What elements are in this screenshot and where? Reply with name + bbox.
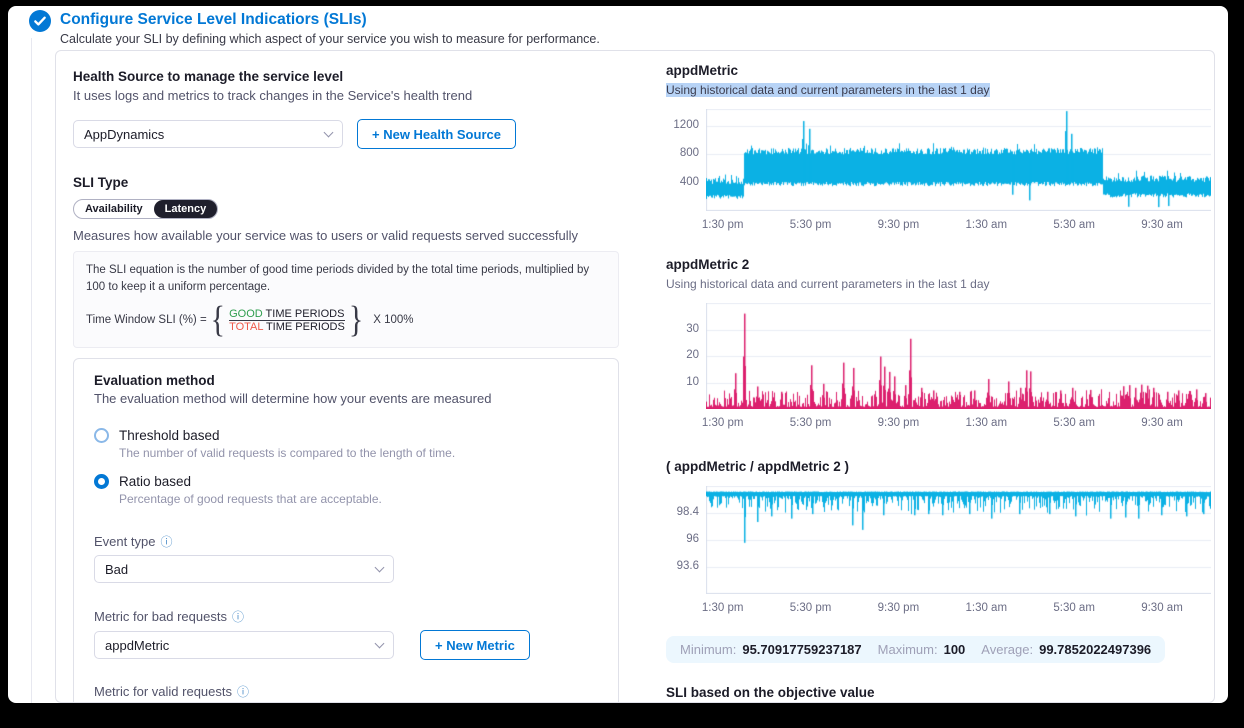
event-type-label: Event type [94,534,155,549]
sli-type-toggle: Availability Latency [73,199,218,219]
x-tick-label: 9:30 pm [878,219,920,231]
health-source-select[interactable]: AppDynamics [73,120,343,148]
threshold-radio[interactable] [94,428,109,443]
x-tick-label: 5:30 am [1053,417,1095,429]
health-source-label: Health Source to manage the service leve… [73,69,619,84]
info-icon[interactable]: ⓘ [160,536,172,548]
x-tick-label: 1:30 am [965,417,1007,429]
total-periods-text: TOTAL [229,321,263,333]
minimum-value: 95.70917759237187 [742,642,861,657]
health-source-value: AppDynamics [84,127,164,142]
y-tick-label: 20 [666,349,699,361]
equation-formula: Time Window SLI (%) = { GOOD TIME PERIOD… [86,303,606,337]
x-tick-label: 1:30 am [965,602,1007,614]
new-health-source-button[interactable]: + New Health Source [357,119,516,149]
maximum-value: 100 [944,642,966,657]
sli-type-availability-pill[interactable]: Availability [74,200,154,218]
chevron-down-icon [375,562,385,572]
left-brace: { [211,299,225,342]
step-complete-check-icon [29,10,51,32]
right-brace: } [349,299,363,342]
x-tick-label: 5:30 pm [790,417,832,429]
chart1-title: appdMetric [666,63,1214,78]
chart3-title: ( appdMetric / appdMetric 2 ) [666,459,1214,474]
minimum-label: Minimum: [680,642,736,657]
sli-type-description: Measures how available your service was … [73,228,619,243]
ratio-label: Ratio based [119,474,191,489]
evaluation-heading: Evaluation method [94,373,598,388]
chart1-subtitle: Using historical data and current parame… [666,83,990,97]
chart2-subtitle: Using historical data and current parame… [666,277,990,291]
chart1-plot: 400 800 1200 1:30 pm 5:30 pm 9:30 pm 1:30 am 5:… [666,109,1214,237]
metric-valid-label: Metric for valid requests [94,684,232,699]
event-type-value: Bad [105,562,128,577]
x-tick-label: 9:30 pm [878,602,920,614]
x-tick-label: 5:30 am [1053,219,1095,231]
x-tick-label: 9:30 am [1141,417,1183,429]
chart1-canvas [706,109,1211,211]
x-tick-label: 5:30 pm [790,219,832,231]
y-tick-label: 96 [666,533,699,545]
y-tick-label: 98.4 [666,506,699,518]
maximum-label: Maximum: [878,642,938,657]
chart2-plot: 10 20 30 1:30 pm 5:30 pm 9:30 pm 1:30 am 5:30 a… [666,303,1214,435]
chevron-down-icon [375,638,385,648]
chart2-canvas [706,303,1211,409]
y-tick-label: 800 [666,147,699,159]
x-tick-label: 1:30 am [965,219,1007,231]
ratio-radio[interactable] [94,474,109,489]
health-source-description: It uses logs and metrics to track change… [73,88,619,103]
equation-description: The SLI equation is the number of good t… [86,262,606,295]
x-tick-label: 1:30 pm [702,417,744,429]
x-tick-label: 9:30 am [1141,219,1183,231]
chart3-plot: 93.6 96 98.4 1:30 pm 5:30 pm 9:30 pm 1:30 am 5:… [666,486,1214,620]
y-tick-label: 400 [666,176,699,188]
info-icon[interactable]: ⓘ [232,611,244,623]
evaluation-method-box: Evaluation method The evaluation method … [73,358,619,703]
y-tick-label: 10 [666,376,699,388]
evaluation-description: The evaluation method will determine how… [94,391,598,406]
event-type-select[interactable]: Bad [94,555,394,583]
sli-equation-box: The SLI equation is the number of good t… [73,251,619,348]
sli-config-card: Health Source to manage the service leve… [55,50,1215,703]
ratio-description: Percentage of good requests that are acc… [119,492,598,506]
equation-fraction: GOOD TIME PERIODS TOTAL TIME PERIODS [229,308,345,333]
ratio-stats-bar: Minimum: 95.70917759237187 Maximum: 100 Av… [666,636,1165,663]
average-label: Average: [981,642,1033,657]
equation-rhs: X 100% [373,314,413,326]
chart2-title: appdMetric 2 [666,257,1214,272]
x-tick-label: 5:30 am [1053,602,1095,614]
page-panel: Configure Service Level Indicatiors (SLI… [8,6,1228,703]
page-subtitle: Calculate your SLI by defining which asp… [60,32,600,46]
y-tick-label: 30 [666,323,699,335]
threshold-label: Threshold based [119,428,220,443]
x-tick-label: 1:30 pm [702,602,744,614]
charts-column: appdMetric Using historical data and cur… [666,51,1214,700]
info-icon[interactable]: ⓘ [237,686,249,698]
metric-bad-label: Metric for bad requests [94,609,227,624]
x-tick-label: 9:30 pm [878,417,920,429]
y-tick-label: 93.6 [666,560,699,572]
x-tick-label: 1:30 pm [702,219,744,231]
wizard-step-line [31,38,32,703]
page-title: Configure Service Level Indicatiors (SLI… [60,11,367,29]
sli-form-column: Health Source to manage the service leve… [73,51,619,703]
sli-type-label: SLI Type [73,175,619,190]
good-periods-text: GOOD [229,308,263,320]
average-value: 99.7852022497396 [1039,642,1151,657]
x-tick-label: 9:30 am [1141,602,1183,614]
threshold-description: The number of valid requests is compared… [119,446,598,460]
equation-lhs: Time Window SLI (%) = [86,314,207,326]
y-tick-label: 1200 [666,119,699,131]
chevron-down-icon [324,127,334,137]
new-metric-bad-button[interactable]: + New Metric [420,630,530,660]
chart3-canvas [706,486,1211,594]
metric-bad-select[interactable]: appdMetric [94,631,394,659]
x-tick-label: 5:30 pm [790,602,832,614]
objective-section-heading: SLI based on the objective value [666,685,1214,700]
metric-bad-value: appdMetric [105,638,169,653]
sli-type-latency-pill[interactable]: Latency [154,200,218,218]
